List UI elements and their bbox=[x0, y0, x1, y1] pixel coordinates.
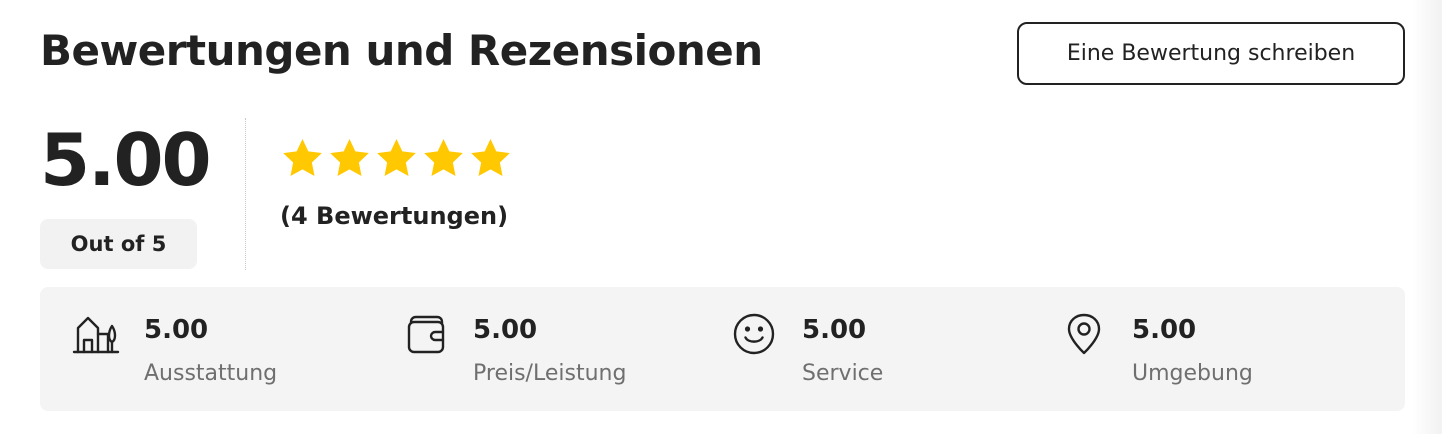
category-label: Service bbox=[802, 361, 884, 386]
category-label: Umgebung bbox=[1132, 361, 1253, 386]
star-icon bbox=[421, 136, 466, 181]
category-value: 5.00 bbox=[473, 315, 538, 345]
review-count: (4 Bewertungen) bbox=[280, 202, 509, 230]
star-rating bbox=[280, 136, 513, 181]
category-ratings: 5.00 Ausstattung 5.00 Preis/Leistung 5.0… bbox=[40, 287, 1405, 411]
category-value: 5.00 bbox=[802, 315, 867, 345]
star-icon bbox=[327, 136, 372, 181]
smiley-icon bbox=[732, 312, 776, 356]
section-title: Bewertungen und Rezensionen bbox=[40, 26, 763, 75]
category-value: 5.00 bbox=[1132, 315, 1197, 345]
category-value: 5.00 bbox=[144, 315, 209, 345]
star-icon bbox=[374, 136, 419, 181]
category-label: Preis/Leistung bbox=[473, 361, 627, 386]
write-review-button[interactable]: Eine Bewertung schreiben bbox=[1017, 22, 1405, 85]
overall-score: 5.00 bbox=[40, 118, 212, 202]
star-icon bbox=[468, 136, 513, 181]
location-pin-icon bbox=[1064, 312, 1108, 356]
reviews-section: Bewertungen und Rezensionen Eine Bewertu… bbox=[0, 0, 1442, 434]
scroll-edge-shadow bbox=[1412, 0, 1442, 434]
wallet-icon bbox=[405, 312, 449, 356]
divider bbox=[245, 118, 246, 270]
category-label: Ausstattung bbox=[144, 361, 278, 386]
star-icon bbox=[280, 136, 325, 181]
out-of-badge: Out of 5 bbox=[40, 219, 197, 269]
house-icon bbox=[72, 312, 120, 356]
